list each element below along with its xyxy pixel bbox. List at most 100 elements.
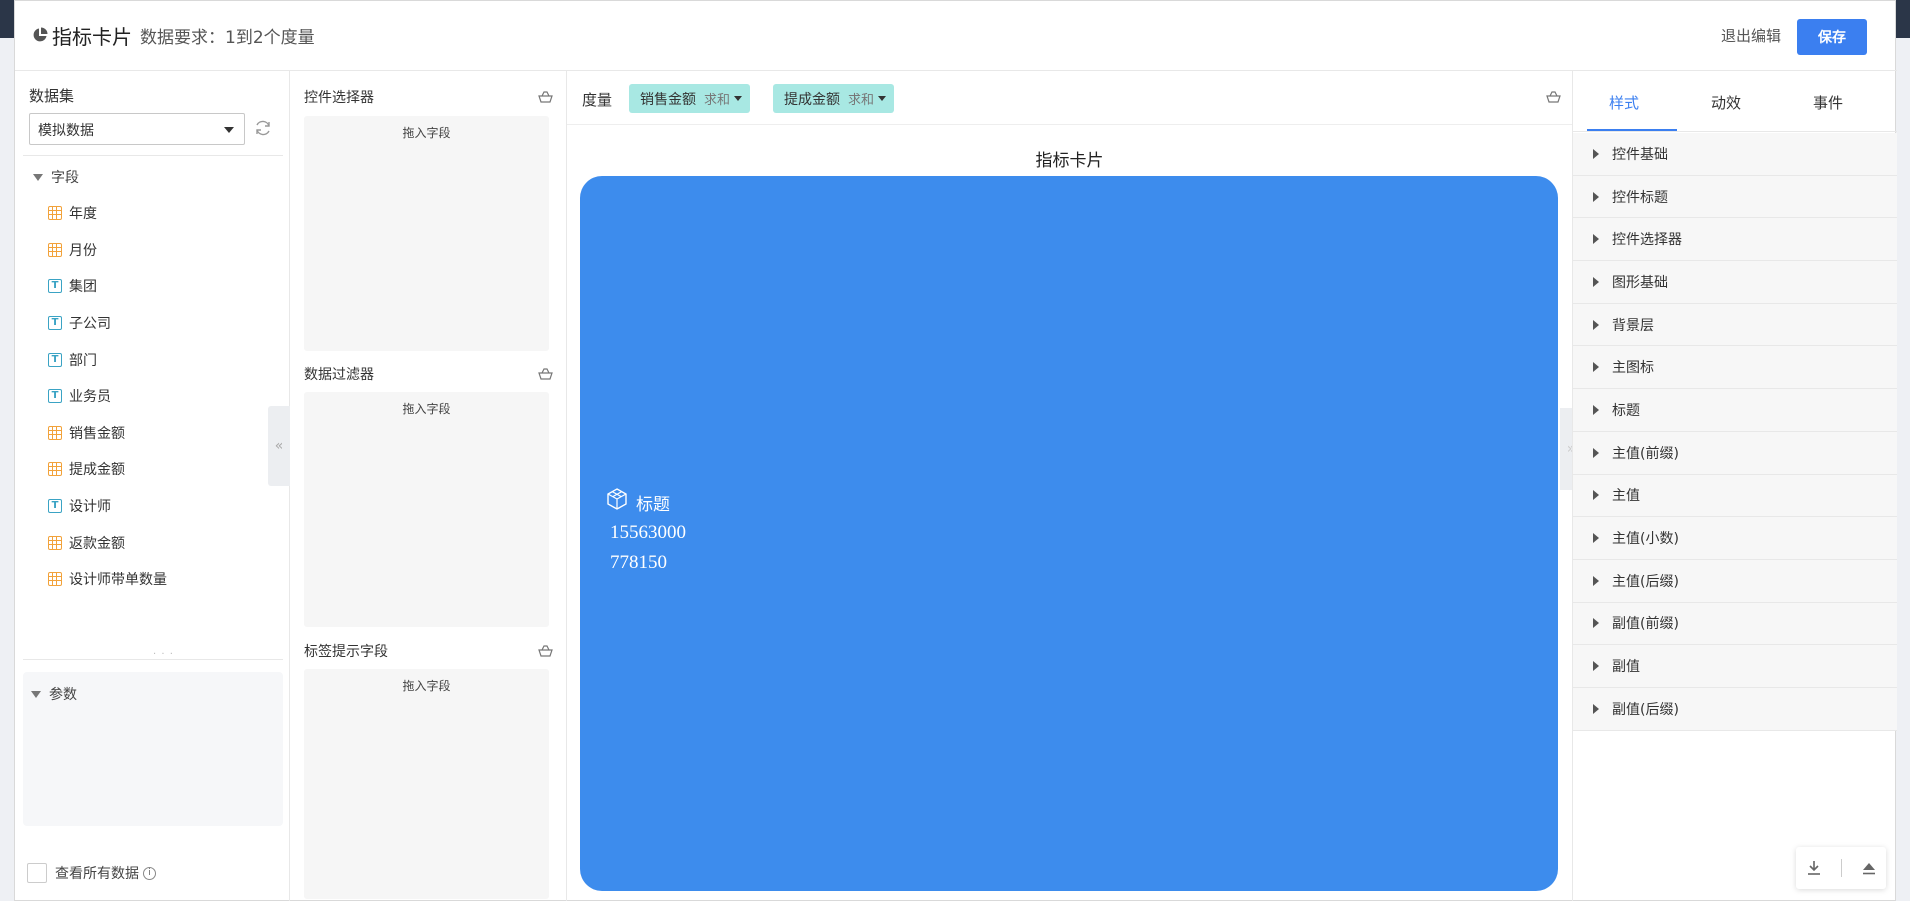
field-item[interactable]: 返款金额 [15,524,285,561]
field-item[interactable]: 月份 [15,232,285,269]
field-item[interactable]: T 设计师 [15,488,285,525]
divider [1573,131,1897,132]
section-sub-value[interactable]: 副值 [1573,645,1897,688]
field-item[interactable]: 提成金额 [15,451,285,488]
tab-events[interactable]: 事件 [1777,71,1879,131]
caret-right-icon [1593,362,1599,373]
field-item[interactable]: T 业务员 [15,378,285,415]
section-main-decimal[interactable]: 主值(小数) [1573,517,1897,560]
section-main-suffix[interactable]: 主值(后缀) [1573,559,1897,603]
field-group-toggle[interactable]: 字段 [15,159,285,195]
field-name: 年度 [69,206,97,223]
measure-pill[interactable]: 提成金额 求和 [773,84,895,113]
caret-down-icon[interactable] [734,96,743,101]
caret-right-icon [1593,490,1599,501]
selector-zone-title: 控件选择器 [304,90,374,106]
chart-title: 指标卡片 [1035,151,1104,171]
caret-right-icon [1593,234,1599,245]
field-item[interactable]: T 集团 [15,268,285,305]
measure-pill[interactable]: 销售金额 求和 [629,84,751,113]
caret-right-icon [1593,661,1599,672]
number-field-icon [48,425,62,440]
refresh-icon[interactable] [253,118,273,138]
section-label: 主图标 [1612,360,1654,377]
section-graphic-basic[interactable]: 图形基础 [1573,261,1897,304]
section-main-icon[interactable]: 主图标 [1573,346,1897,390]
view-all-checkbox[interactable] [27,863,47,883]
data-requirement-text: 数据要求：1到2个度量 [140,28,315,48]
chevron-down-icon [224,127,234,133]
section-main-prefix[interactable]: 主值(前缀) [1573,431,1897,475]
number-field-icon [48,535,62,550]
clear-icon[interactable] [538,368,553,380]
dataset-select[interactable]: 模拟数据 [29,113,245,145]
dataset-select-value: 模拟数据 [38,123,94,139]
clear-icon[interactable] [538,645,553,657]
params-toggle[interactable]: 参数 [23,672,283,704]
metric-card[interactable]: 标题 15563000 778150 [580,176,1558,891]
dataset-panel: 数据集 模拟数据 字段 年度 月份 T 集团 T 子公司 T 部门 T 业务员 销售金额… [15,71,290,901]
section-label: 图形基础 [1612,274,1668,291]
tab-style[interactable]: 样式 [1573,71,1677,131]
clear-icon[interactable] [1546,91,1561,103]
view-all-label: 查看所有数据 [55,866,139,882]
field-name: 返款金额 [69,535,125,552]
tab-animation[interactable]: 动效 [1675,71,1777,131]
field-name: 设计师带单数量 [69,572,167,589]
eject-icon[interactable] [1861,860,1877,876]
measure-name: 提成金额 [784,91,840,108]
text-field-icon: T [48,352,62,367]
section-main-value[interactable]: 主值 [1573,474,1897,518]
info-icon[interactable]: i [143,866,156,880]
text-field-icon: T [48,389,62,404]
selector-drop-zone[interactable]: 拖入字段 [304,116,549,351]
field-item[interactable]: 年度 [15,195,285,232]
section-title[interactable]: 标题 [1573,389,1897,432]
field-item[interactable]: T 部门 [15,341,285,378]
caret-down-icon[interactable] [878,96,887,101]
section-sub-suffix[interactable]: 副值(后缀) [1573,687,1897,731]
card-sub-value: 778150 [610,552,667,573]
measure-bar: 度量 销售金额 求和 提成金额 求和 [567,71,1572,125]
caret-right-icon [1593,404,1599,415]
field-item[interactable]: 销售金额 [15,415,285,452]
card-label: 标题 [636,495,670,515]
collapse-left-button[interactable]: « [268,406,290,486]
filter-drop-zone[interactable]: 拖入字段 [304,392,549,627]
style-panel: 样式 动效 事件 控件基础 控件标题 控件选择器 图形基础 背景层 主图标 标题… [1572,71,1897,901]
divider [23,659,283,660]
tooltip-drop-zone[interactable]: 拖入字段 [304,669,549,899]
caret-right-icon [1593,276,1599,287]
section-control-selector[interactable]: 控件选择器 [1573,218,1897,262]
number-field-icon [48,462,62,477]
section-label: 主值(后缀) [1612,573,1679,590]
card-main-value: 15563000 [610,522,686,543]
params-panel: 参数 [23,672,283,826]
text-field-icon: T [48,316,62,331]
section-sub-prefix[interactable]: 副值(前缀) [1573,602,1897,646]
section-label: 主值(小数) [1612,531,1679,548]
caret-right-icon [1593,148,1599,159]
field-name: 月份 [69,242,97,259]
field-item[interactable]: T 子公司 [15,305,285,342]
caret-right-icon [1593,319,1599,330]
measure-agg: 求和 [848,93,875,108]
field-item[interactable]: 设计师带单数量 [15,561,285,598]
save-button[interactable]: 保存 [1797,19,1867,55]
field-group-label: 字段 [51,170,79,186]
background-app-right-edge [1896,38,1910,901]
measure-label: 度量 [582,91,613,109]
section-control-title[interactable]: 控件标题 [1573,175,1897,219]
section-control-basic[interactable]: 控件基础 [1573,133,1897,176]
chart-canvas: 度量 销售金额 求和 提成金额 求和 指标卡片 标题 15563000 7781… [567,71,1572,901]
measure-agg: 求和 [704,93,731,108]
clear-icon[interactable] [538,91,553,103]
drop-hint: 拖入字段 [402,679,451,693]
download-icon[interactable] [1806,860,1822,876]
view-all-data[interactable]: 查看所有数据 i [27,863,156,883]
exit-edit-link[interactable]: 退出编辑 [1721,25,1781,46]
section-background[interactable]: 背景层 [1573,303,1897,347]
tooltip-zone-title: 标签提示字段 [304,644,388,660]
editor-title: 指标卡片 [52,25,132,49]
section-label: 副值(前缀) [1612,616,1679,633]
